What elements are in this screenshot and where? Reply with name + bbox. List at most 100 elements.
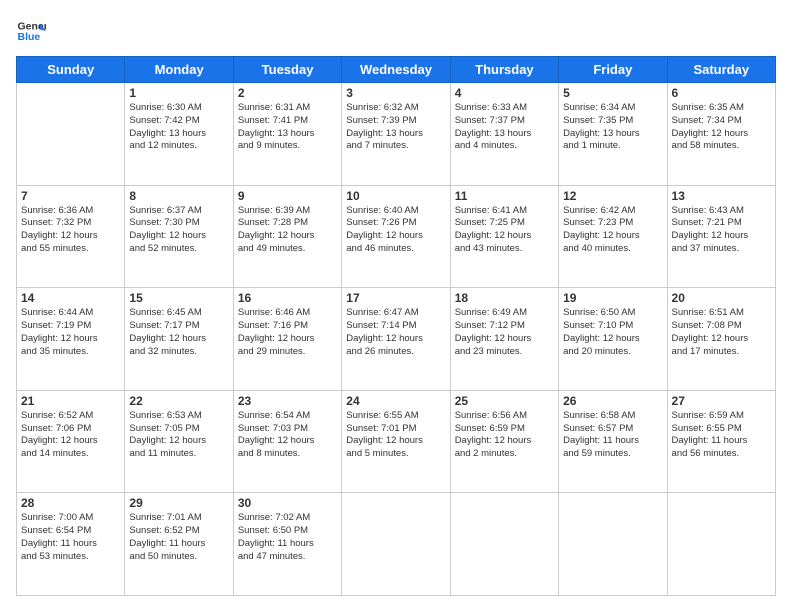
calendar-cell: 28 Sunrise: 7:00 AM Sunset: 6:54 PM Dayli… bbox=[17, 493, 125, 596]
day-header-tuesday: Tuesday bbox=[233, 57, 341, 83]
day-info: Sunrise: 6:44 AM Sunset: 7:19 PM Dayligh… bbox=[21, 307, 120, 358]
day-header-wednesday: Wednesday bbox=[342, 57, 450, 83]
day-info: Sunrise: 6:58 AM Sunset: 6:57 PM Dayligh… bbox=[563, 410, 662, 461]
calendar-cell: 7Sunrise: 6:36 AM Sunset: 7:32 PM Daylig… bbox=[17, 185, 125, 288]
day-header-monday: Monday bbox=[125, 57, 233, 83]
calendar-cell: 25 Sunrise: 6:56 AM Sunset: 6:59 PM Dayli… bbox=[450, 390, 558, 493]
header: General Blue bbox=[16, 16, 776, 46]
calendar-cell: 12 Sunrise: 6:42 AM Sunset: 7:23 PM Dayli… bbox=[559, 185, 667, 288]
day-number: 18 bbox=[455, 291, 554, 305]
calendar-cell: 26Sunrise: 6:58 AM Sunset: 6:57 PM Dayli… bbox=[559, 390, 667, 493]
day-number: 16 bbox=[238, 291, 337, 305]
day-info: Sunrise: 6:56 AM Sunset: 6:59 PM Dayligh… bbox=[455, 410, 554, 461]
day-number: 14 bbox=[21, 291, 120, 305]
svg-text:Blue: Blue bbox=[18, 31, 41, 43]
calendar-cell bbox=[667, 493, 775, 596]
day-info: Sunrise: 6:47 AM Sunset: 7:14 PM Dayligh… bbox=[346, 307, 445, 358]
calendar-page: General Blue SundayMondayTuesdayWednesda… bbox=[0, 0, 792, 612]
day-info: Sunrise: 6:53 AM Sunset: 7:05 PM Dayligh… bbox=[129, 410, 228, 461]
day-info: Sunrise: 6:51 AM Sunset: 7:08 PM Dayligh… bbox=[672, 307, 771, 358]
day-info: Sunrise: 6:42 AM Sunset: 7:23 PM Dayligh… bbox=[563, 205, 662, 256]
day-number: 29 bbox=[129, 496, 228, 510]
day-info: Sunrise: 7:02 AM Sunset: 6:50 PM Dayligh… bbox=[238, 512, 337, 563]
day-header-thursday: Thursday bbox=[450, 57, 558, 83]
calendar-week-row: 7Sunrise: 6:36 AM Sunset: 7:32 PM Daylig… bbox=[17, 185, 776, 288]
day-number: 22 bbox=[129, 394, 228, 408]
day-number: 20 bbox=[672, 291, 771, 305]
day-info: Sunrise: 6:30 AM Sunset: 7:42 PM Dayligh… bbox=[129, 102, 228, 153]
calendar-cell: 5 Sunrise: 6:34 AM Sunset: 7:35 PM Daylig… bbox=[559, 83, 667, 186]
day-info: Sunrise: 6:35 AM Sunset: 7:34 PM Dayligh… bbox=[672, 102, 771, 153]
calendar-week-row: 21Sunrise: 6:52 AM Sunset: 7:06 PM Dayli… bbox=[17, 390, 776, 493]
calendar-cell: 10 Sunrise: 6:40 AM Sunset: 7:26 PM Dayli… bbox=[342, 185, 450, 288]
day-number: 6 bbox=[672, 86, 771, 100]
calendar-cell: 14 Sunrise: 6:44 AM Sunset: 7:19 PM Dayli… bbox=[17, 288, 125, 391]
calendar-cell: 15 Sunrise: 6:45 AM Sunset: 7:17 PM Dayli… bbox=[125, 288, 233, 391]
day-info: Sunrise: 6:45 AM Sunset: 7:17 PM Dayligh… bbox=[129, 307, 228, 358]
day-number: 1 bbox=[129, 86, 228, 100]
calendar-table: SundayMondayTuesdayWednesdayThursdayFrid… bbox=[16, 56, 776, 596]
calendar-cell bbox=[450, 493, 558, 596]
calendar-cell: 1 Sunrise: 6:30 AM Sunset: 7:42 PM Daylig… bbox=[125, 83, 233, 186]
day-number: 12 bbox=[563, 189, 662, 203]
day-info: Sunrise: 6:49 AM Sunset: 7:12 PM Dayligh… bbox=[455, 307, 554, 358]
day-number: 30 bbox=[238, 496, 337, 510]
calendar-cell: 9 Sunrise: 6:39 AM Sunset: 7:28 PM Daylig… bbox=[233, 185, 341, 288]
calendar-cell: 24 Sunrise: 6:55 AM Sunset: 7:01 PM Dayli… bbox=[342, 390, 450, 493]
day-info: Sunrise: 6:32 AM Sunset: 7:39 PM Dayligh… bbox=[346, 102, 445, 153]
calendar-cell: 4Sunrise: 6:33 AM Sunset: 7:37 PM Daylig… bbox=[450, 83, 558, 186]
day-info: Sunrise: 6:31 AM Sunset: 7:41 PM Dayligh… bbox=[238, 102, 337, 153]
day-number: 7 bbox=[21, 189, 120, 203]
logo: General Blue bbox=[16, 16, 46, 46]
calendar-cell: 19Sunrise: 6:50 AM Sunset: 7:10 PM Dayli… bbox=[559, 288, 667, 391]
day-header-friday: Friday bbox=[559, 57, 667, 83]
day-info: Sunrise: 6:43 AM Sunset: 7:21 PM Dayligh… bbox=[672, 205, 771, 256]
day-info: Sunrise: 6:50 AM Sunset: 7:10 PM Dayligh… bbox=[563, 307, 662, 358]
day-number: 5 bbox=[563, 86, 662, 100]
day-info: Sunrise: 6:41 AM Sunset: 7:25 PM Dayligh… bbox=[455, 205, 554, 256]
calendar-cell: 27Sunrise: 6:59 AM Sunset: 6:55 PM Dayli… bbox=[667, 390, 775, 493]
calendar-cell: 23Sunrise: 6:54 AM Sunset: 7:03 PM Dayli… bbox=[233, 390, 341, 493]
calendar-cell: 13 Sunrise: 6:43 AM Sunset: 7:21 PM Dayli… bbox=[667, 185, 775, 288]
day-number: 15 bbox=[129, 291, 228, 305]
calendar-cell: 2Sunrise: 6:31 AM Sunset: 7:41 PM Daylig… bbox=[233, 83, 341, 186]
day-header-saturday: Saturday bbox=[667, 57, 775, 83]
calendar-cell bbox=[342, 493, 450, 596]
day-number: 24 bbox=[346, 394, 445, 408]
day-info: Sunrise: 6:34 AM Sunset: 7:35 PM Dayligh… bbox=[563, 102, 662, 153]
calendar-cell: 11 Sunrise: 6:41 AM Sunset: 7:25 PM Dayli… bbox=[450, 185, 558, 288]
day-number: 17 bbox=[346, 291, 445, 305]
day-info: Sunrise: 6:55 AM Sunset: 7:01 PM Dayligh… bbox=[346, 410, 445, 461]
day-info: Sunrise: 6:52 AM Sunset: 7:06 PM Dayligh… bbox=[21, 410, 120, 461]
calendar-week-row: 1 Sunrise: 6:30 AM Sunset: 7:42 PM Daylig… bbox=[17, 83, 776, 186]
day-number: 10 bbox=[346, 189, 445, 203]
day-number: 11 bbox=[455, 189, 554, 203]
day-info: Sunrise: 6:37 AM Sunset: 7:30 PM Dayligh… bbox=[129, 205, 228, 256]
day-info: Sunrise: 6:33 AM Sunset: 7:37 PM Dayligh… bbox=[455, 102, 554, 153]
day-number: 27 bbox=[672, 394, 771, 408]
day-number: 23 bbox=[238, 394, 337, 408]
calendar-cell: 30 Sunrise: 7:02 AM Sunset: 6:50 PM Dayli… bbox=[233, 493, 341, 596]
day-info: Sunrise: 6:39 AM Sunset: 7:28 PM Dayligh… bbox=[238, 205, 337, 256]
calendar-week-row: 14 Sunrise: 6:44 AM Sunset: 7:19 PM Dayli… bbox=[17, 288, 776, 391]
day-number: 8 bbox=[129, 189, 228, 203]
day-info: Sunrise: 6:40 AM Sunset: 7:26 PM Dayligh… bbox=[346, 205, 445, 256]
day-number: 9 bbox=[238, 189, 337, 203]
calendar-cell: 8 Sunrise: 6:37 AM Sunset: 7:30 PM Daylig… bbox=[125, 185, 233, 288]
day-number: 13 bbox=[672, 189, 771, 203]
calendar-cell: 16Sunrise: 6:46 AM Sunset: 7:16 PM Dayli… bbox=[233, 288, 341, 391]
calendar-cell: 20 Sunrise: 6:51 AM Sunset: 7:08 PM Dayli… bbox=[667, 288, 775, 391]
calendar-cell: 6 Sunrise: 6:35 AM Sunset: 7:34 PM Daylig… bbox=[667, 83, 775, 186]
calendar-cell bbox=[17, 83, 125, 186]
logo-icon: General Blue bbox=[16, 16, 46, 46]
day-number: 25 bbox=[455, 394, 554, 408]
day-header-sunday: Sunday bbox=[17, 57, 125, 83]
calendar-header-row: SundayMondayTuesdayWednesdayThursdayFrid… bbox=[17, 57, 776, 83]
calendar-cell: 21Sunrise: 6:52 AM Sunset: 7:06 PM Dayli… bbox=[17, 390, 125, 493]
day-info: Sunrise: 7:00 AM Sunset: 6:54 PM Dayligh… bbox=[21, 512, 120, 563]
calendar-week-row: 28 Sunrise: 7:00 AM Sunset: 6:54 PM Dayli… bbox=[17, 493, 776, 596]
day-info: Sunrise: 7:01 AM Sunset: 6:52 PM Dayligh… bbox=[129, 512, 228, 563]
calendar-cell: 29 Sunrise: 7:01 AM Sunset: 6:52 PM Dayli… bbox=[125, 493, 233, 596]
calendar-cell: 22 Sunrise: 6:53 AM Sunset: 7:05 PM Dayli… bbox=[125, 390, 233, 493]
day-number: 28 bbox=[21, 496, 120, 510]
